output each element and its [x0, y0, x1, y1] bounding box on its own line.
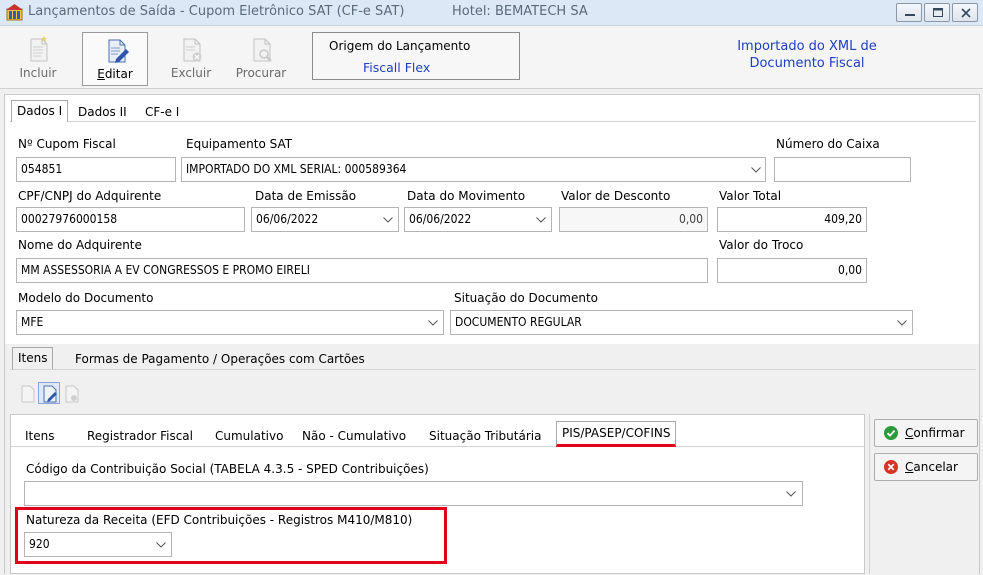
natureza-value: 920 — [29, 537, 50, 551]
situacao-value: DOCUMENTO REGULAR — [455, 315, 582, 329]
tab-formas-pagamento[interactable]: Formas de Pagamento / Operações com Cart… — [70, 349, 370, 371]
modelo-select[interactable]: MFE — [16, 310, 444, 335]
maximize-button[interactable] — [924, 3, 950, 22]
cancelar-button[interactable]: Cancelar — [874, 453, 978, 481]
codigo-label: Código da Contribuição Social (TABELA 4.… — [26, 462, 429, 476]
close-button[interactable] — [952, 3, 978, 22]
chevron-down-icon — [897, 320, 907, 326]
emissao-field[interactable]: 06/06/2022 — [251, 207, 399, 232]
caixa-field[interactable] — [774, 157, 911, 182]
chevron-down-icon — [383, 217, 393, 223]
subtab-registrador-fiscal[interactable]: Registrador Fiscal — [82, 426, 198, 448]
tab-itens[interactable]: Itens — [12, 347, 54, 369]
natureza-label: Natureza da Receita (EFD Contribuições -… — [26, 513, 413, 527]
incluir-button[interactable]: Incluir — [5, 32, 71, 86]
tab-dados-ii[interactable]: Dados II — [73, 102, 132, 124]
window-hotel: Hotel: BEMATECH SA — [452, 4, 588, 19]
modelo-label: Modelo do Documento — [18, 291, 154, 305]
chevron-down-icon — [786, 491, 796, 497]
window-title: Lançamentos de Saída - Cupom Eletrônico … — [28, 4, 405, 19]
tab-cfe-i[interactable]: CF-e I — [140, 102, 184, 124]
chevron-down-icon — [536, 217, 546, 223]
subtab-cumulativo[interactable]: Cumulativo — [210, 426, 288, 448]
close-icon — [961, 8, 971, 18]
excluir-label: Excluir — [170, 66, 212, 80]
cupom-label: Nº Cupom Fiscal — [18, 137, 116, 151]
subtab-itens[interactable]: Itens — [20, 426, 59, 448]
natureza-select[interactable]: 920 — [24, 532, 172, 557]
movimento-value: 06/06/2022 — [409, 212, 472, 226]
delete-document-icon — [183, 38, 202, 62]
delete-item-icon — [65, 385, 79, 403]
subtab-situacao-tributaria[interactable]: Situação Tributária — [424, 426, 546, 448]
import-note-line1: Importado do XML de — [737, 39, 877, 54]
import-note: Importado do XML de Documento Fiscal — [712, 38, 902, 72]
equip-label: Equipamento SAT — [186, 137, 293, 151]
tab-dados-i[interactable]: Dados I — [11, 100, 69, 122]
emissao-label: Data de Emissão — [255, 189, 357, 203]
cupom-field[interactable]: 054851 — [16, 157, 176, 182]
search-document-icon — [253, 38, 272, 62]
equip-select[interactable]: IMPORTADO DO XML SERIAL: 000589364 — [181, 157, 766, 182]
situacao-select[interactable]: DOCUMENTO REGULAR — [450, 310, 913, 335]
cancel-circle-icon — [884, 460, 898, 474]
incluir-label: Incluir — [19, 66, 57, 80]
nome-field[interactable]: MM ASSESSORIA A EV CONGRESSOS E PROMO EI… — [16, 258, 708, 283]
troco-label: Valor do Troco — [719, 238, 804, 252]
chevron-down-icon — [751, 167, 761, 173]
edit-item-icon — [43, 385, 57, 403]
maximize-icon — [933, 8, 943, 17]
modelo-value: MFE — [21, 315, 44, 329]
procurar-button[interactable]: Procurar — [228, 32, 294, 86]
item-delete-button[interactable] — [60, 382, 82, 404]
caixa-label: Número do Caixa — [776, 137, 880, 151]
total-label: Valor Total — [719, 189, 782, 203]
cancelar-label: Cancelar — [905, 460, 958, 474]
app-building-icon — [6, 4, 23, 21]
desconto-field: 0,00 — [559, 207, 708, 232]
origem-title: Origem do Lançamento — [329, 39, 471, 53]
desconto-label: Valor de Desconto — [561, 189, 671, 203]
new-document-icon — [30, 36, 48, 62]
item-add-button[interactable] — [16, 382, 38, 404]
edit-document-icon — [108, 39, 129, 63]
confirmar-label: Confirmar — [905, 426, 965, 440]
nome-label: Nome do Adquirente — [18, 238, 142, 252]
codigo-select[interactable] — [24, 481, 803, 506]
confirmar-button[interactable]: Confirmar — [874, 419, 978, 447]
cpf-field[interactable]: 00027976000158 — [16, 207, 245, 232]
troco-field[interactable]: 0,00 — [717, 258, 867, 283]
item-edit-button[interactable] — [38, 382, 60, 404]
new-item-icon — [21, 385, 35, 403]
check-circle-icon — [884, 426, 898, 440]
minimize-icon — [905, 14, 915, 16]
origem-lancamento-box: Origem do Lançamento Fiscall Flex — [312, 32, 520, 80]
editar-button[interactable]: Editar — [82, 32, 148, 86]
movimento-field[interactable]: 06/06/2022 — [404, 207, 552, 232]
import-note-line2: Documento Fiscal — [749, 56, 865, 71]
procurar-label: Procurar — [235, 66, 287, 80]
emissao-value: 06/06/2022 — [256, 212, 319, 226]
cpf-label: CPF/CNPJ do Adquirente — [18, 189, 162, 203]
chevron-down-icon — [428, 320, 438, 326]
chevron-down-icon — [156, 542, 166, 548]
subtab-pis-pasep-cofins[interactable]: PIS/PASEP/COFINS — [556, 421, 677, 447]
editar-label: Editar — [97, 67, 133, 81]
movimento-label: Data do Movimento — [407, 189, 526, 203]
origem-value: Fiscall Flex — [363, 60, 431, 75]
minimize-button[interactable] — [896, 3, 922, 22]
total-field[interactable]: 409,20 — [717, 207, 867, 232]
subtab-nao-cumulativo[interactable]: Não - Cumulativo — [297, 426, 411, 448]
situacao-label: Situação do Documento — [454, 291, 599, 305]
excluir-button[interactable]: Excluir — [158, 32, 224, 86]
equip-value: IMPORTADO DO XML SERIAL: 000589364 — [186, 162, 407, 176]
